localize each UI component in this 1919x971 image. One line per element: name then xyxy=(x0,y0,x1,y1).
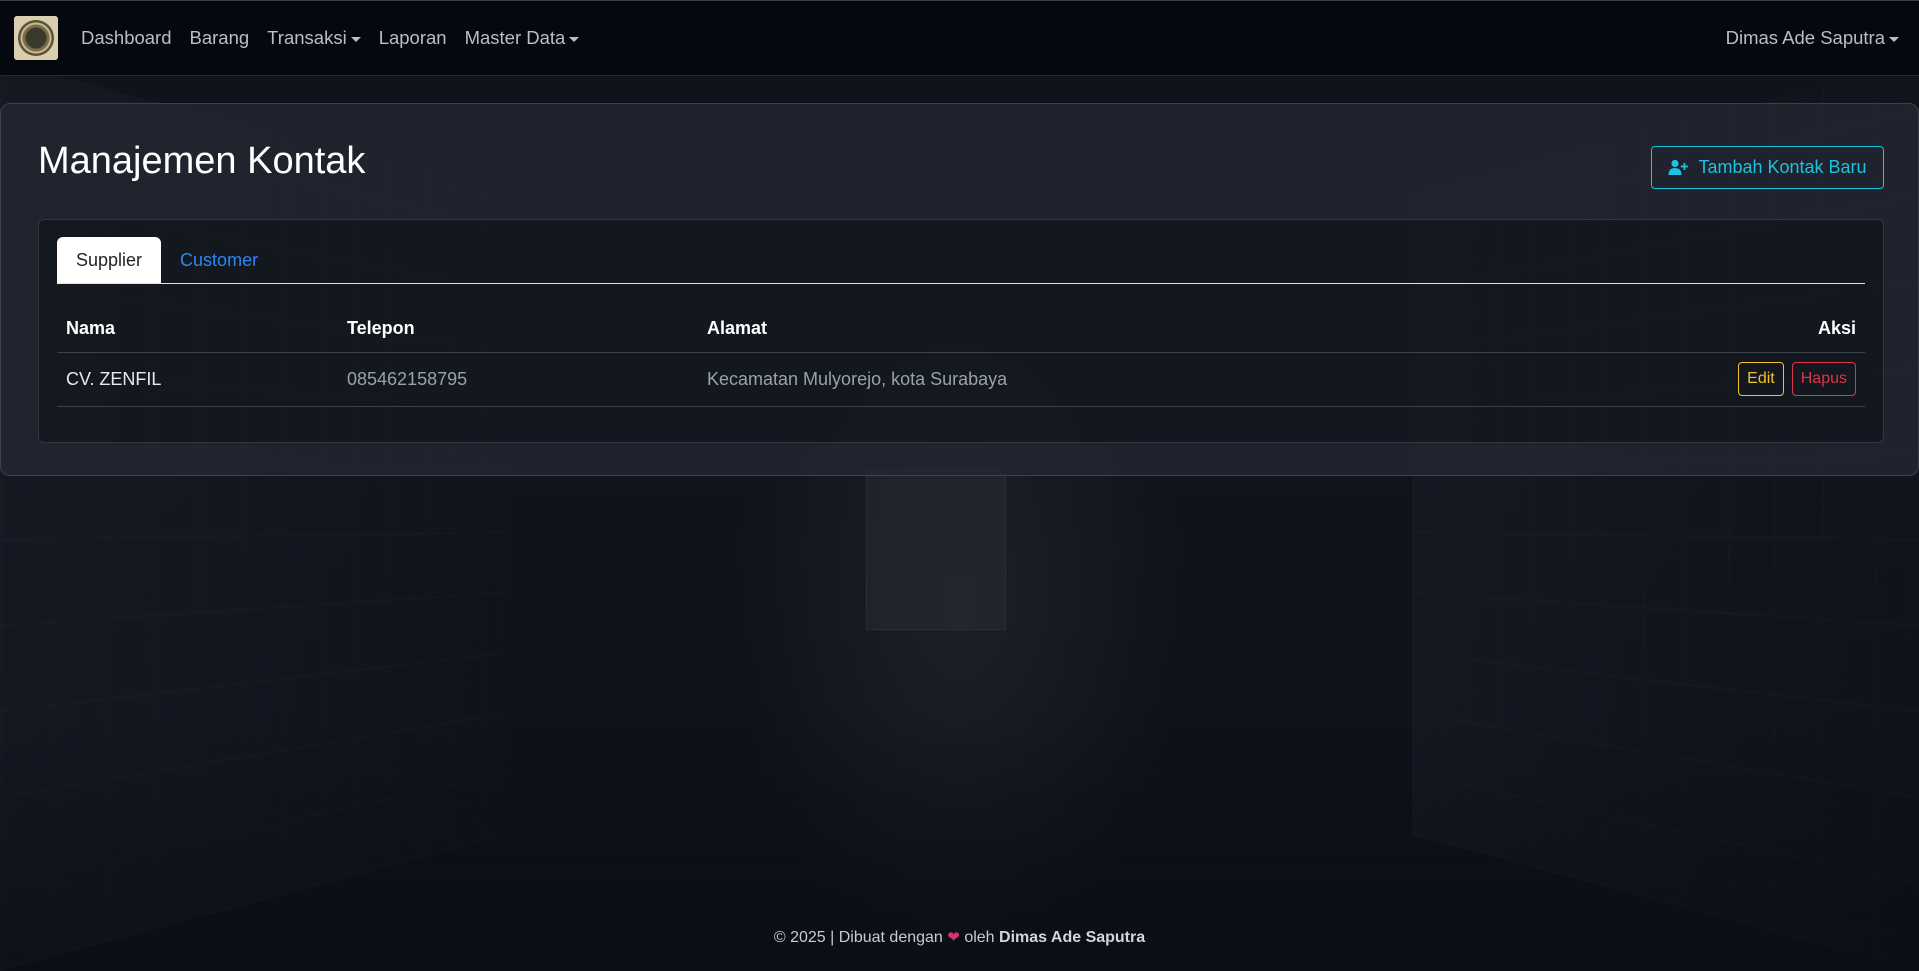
nav-barang-label: Barang xyxy=(189,27,250,48)
column-header-aksi: Aksi xyxy=(1558,305,1865,353)
nav-transaksi-dropdown[interactable]: Transaksi xyxy=(258,0,370,76)
warehouse-logo-icon[interactable] xyxy=(14,16,58,60)
nav-master-data-label: Master Data xyxy=(464,27,566,48)
logo-seal xyxy=(18,20,54,56)
table-row: CV. ZENFIL 085462158795 Kecamatan Mulyor… xyxy=(57,352,1865,407)
tab-supplier-label: Supplier xyxy=(76,249,143,270)
cell-aksi: Edit Hapus xyxy=(1558,352,1865,407)
footer-by: oleh xyxy=(964,929,995,946)
person-plus-icon xyxy=(1668,159,1689,175)
contact-management-card: Manajemen Kontak Tambah Kontak Baru Supp… xyxy=(0,103,1919,476)
tab-customer[interactable]: Customer xyxy=(161,237,277,283)
table-header-row: Nama Telepon Alamat Aksi xyxy=(57,305,1865,353)
caret-down-icon xyxy=(1889,36,1899,42)
cell-nama: CV. ZENFIL xyxy=(57,352,338,407)
cell-telepon: 085462158795 xyxy=(338,352,698,407)
contacts-panel: Supplier Customer Nama Telepon Alamat Ak… xyxy=(38,219,1884,443)
footer-author: Dimas Ade Saputra xyxy=(999,929,1146,946)
column-header-nama: Nama xyxy=(57,305,338,353)
tab-supplier[interactable]: Supplier xyxy=(57,237,162,283)
user-menu-dropdown[interactable]: Dimas Ade Saputra xyxy=(1717,0,1905,76)
cell-alamat: Kecamatan Mulyorejo, kota Surabaya xyxy=(698,352,1558,407)
tab-customer-label: Customer xyxy=(180,249,259,270)
caret-down-icon xyxy=(569,36,580,42)
column-header-alamat: Alamat xyxy=(698,305,1558,353)
footer-copyright: © 2025 | Dibuat dengan xyxy=(773,929,943,946)
page-footer: © 2025 | Dibuat dengan ❤ oleh Dimas Ade … xyxy=(0,928,1919,947)
top-navbar: Dashboard Barang Transaksi Laporan Maste… xyxy=(0,0,1919,76)
page-title: Manajemen Kontak xyxy=(38,140,366,182)
nav-dashboard-label: Dashboard xyxy=(81,27,172,48)
caret-down-icon xyxy=(350,36,361,42)
nav-transaksi-label: Transaksi xyxy=(267,27,347,48)
contact-tabs: Supplier Customer xyxy=(57,237,1865,284)
heart-icon: ❤ xyxy=(947,929,960,946)
supplier-table: Nama Telepon Alamat Aksi CV. ZENFIL 0854… xyxy=(57,305,1865,407)
nav-dashboard[interactable]: Dashboard xyxy=(72,0,181,76)
column-header-telepon: Telepon xyxy=(338,305,698,353)
edit-button[interactable]: Edit xyxy=(1738,362,1784,396)
nav-laporan-label: Laporan xyxy=(378,27,447,48)
user-name: Dimas Ade Saputra xyxy=(1725,27,1885,48)
nav-master-data-dropdown[interactable]: Master Data xyxy=(456,0,589,76)
nav-laporan[interactable]: Laporan xyxy=(370,0,456,76)
add-contact-label: Tambah Kontak Baru xyxy=(1698,157,1867,177)
add-contact-button[interactable]: Tambah Kontak Baru xyxy=(1651,146,1884,189)
delete-button[interactable]: Hapus xyxy=(1791,362,1856,396)
nav-barang[interactable]: Barang xyxy=(181,0,259,76)
